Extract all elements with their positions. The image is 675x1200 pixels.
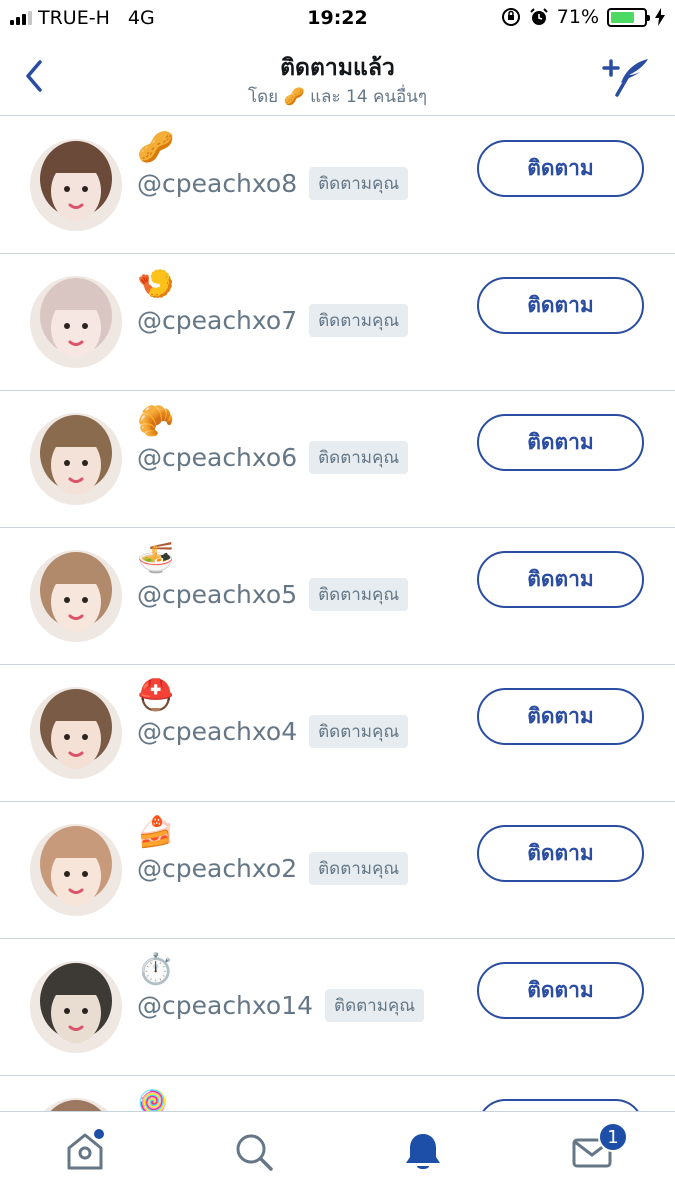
followers-list: 🥜 @cpeachxo8 ติดตามคุณ ติดตาม 🍤 @cpeachxo7 ติด… (0, 117, 675, 1111)
status-bar: TRUE-H 4G 19:22 71% (0, 0, 675, 36)
username: @cpeachxo7 (137, 306, 298, 335)
profile-emoji: 🥜 (137, 130, 175, 165)
rotation-lock-icon (501, 8, 520, 26)
follow-button[interactable]: ติดตาม (477, 688, 644, 745)
username: @cpeachxo8 (137, 169, 298, 198)
messages-badge: 1 (598, 1122, 628, 1152)
username-line: @cpeachxo4 ติดตามคุณ (137, 715, 409, 748)
follower-row[interactable]: 🥐 @cpeachxo6 ติดตามคุณ ติดตาม (0, 391, 675, 528)
follow-button[interactable]: ติดตาม (477, 1099, 644, 1111)
page-title: ติดตามแล้ว (280, 55, 395, 81)
follow-button[interactable]: ติดตาม (477, 140, 644, 197)
battery-icon (607, 7, 650, 27)
username-line: @cpeachxo2 ติดตามคุณ (137, 852, 409, 885)
battery-percent: 71% (556, 6, 599, 28)
follower-row[interactable]: 🍰 @cpeachxo2 ติดตามคุณ ติดตาม (0, 802, 675, 939)
status-right: 71% (501, 6, 665, 28)
profile-emoji: ⛑️ (137, 678, 175, 713)
follower-row[interactable]: ⏱️ @cpeachxo14 ติดตามคุณ ติดตาม (0, 939, 675, 1076)
avatar[interactable] (30, 139, 122, 231)
follows-you-badge: ติดตามคุณ (309, 715, 409, 748)
username-line: @cpeachxo14 ติดตามคุณ (137, 989, 425, 1022)
bell-icon[interactable] (401, 1130, 445, 1174)
follows-you-badge: ติดตามคุณ (309, 578, 409, 611)
alarm-icon (530, 8, 548, 25)
follows-you-badge: ติดตามคุณ (309, 852, 409, 885)
follow-button[interactable]: ติดตาม (477, 825, 644, 882)
username: @cpeachxo5 (137, 580, 298, 609)
username: @cpeachxo2 (137, 854, 298, 883)
search-icon[interactable] (232, 1130, 276, 1174)
follow-button[interactable]: ติดตาม (477, 277, 644, 334)
follows-you-badge: ติดตามคุณ (325, 989, 425, 1022)
profile-emoji: 🍤 (137, 267, 175, 302)
username: @cpeachxo14 (137, 991, 314, 1020)
follower-row[interactable]: 🍭 ติดตาม (0, 1076, 675, 1111)
charging-bolt-icon (655, 8, 665, 26)
profile-emoji: ⏱️ (137, 952, 175, 987)
follow-button[interactable]: ติดตาม (477, 414, 644, 471)
username-line: @cpeachxo8 ติดตามคุณ (137, 167, 409, 200)
profile-emoji: 🍜 (137, 541, 175, 576)
username-line: @cpeachxo6 ติดตามคุณ (137, 441, 409, 474)
avatar[interactable] (30, 413, 122, 505)
avatar[interactable] (30, 824, 122, 916)
follows-you-badge: ติดตามคุณ (309, 304, 409, 337)
avatar[interactable] (30, 961, 122, 1053)
battery-fill (611, 11, 634, 23)
avatar[interactable] (30, 276, 122, 368)
username-line: @cpeachxo7 ติดตามคุณ (137, 304, 409, 337)
profile-emoji: 🥐 (137, 404, 175, 439)
username: @cpeachxo4 (137, 717, 298, 746)
header: ติดตามแล้ว โดย 🥜 และ 14 คนอื่นๆ (0, 38, 675, 116)
follower-row[interactable]: 🍜 @cpeachxo5 ติดตามคุณ ติดตาม (0, 528, 675, 665)
follower-row[interactable]: 🥜 @cpeachxo8 ติดตามคุณ ติดตาม (0, 117, 675, 254)
tab-bar (0, 1111, 675, 1200)
follows-you-badge: ติดตามคุณ (309, 167, 409, 200)
home-notification-dot (94, 1129, 104, 1139)
avatar[interactable] (30, 1098, 122, 1111)
page-subtitle: โดย 🥜 และ 14 คนอื่นๆ (247, 87, 427, 107)
username: @cpeachxo6 (137, 443, 298, 472)
avatar[interactable] (30, 550, 122, 642)
username-line: @cpeachxo5 ติดตามคุณ (137, 578, 409, 611)
follows-you-badge: ติดตามคุณ (309, 441, 409, 474)
profile-emoji: 🍰 (137, 815, 175, 850)
follow-button[interactable]: ติดตาม (477, 551, 644, 608)
follower-row[interactable]: 🍤 @cpeachxo7 ติดตามคุณ ติดตาม (0, 254, 675, 391)
follow-button[interactable]: ติดตาม (477, 962, 644, 1019)
add-feather-icon[interactable] (601, 56, 651, 98)
avatar[interactable] (30, 687, 122, 779)
profile-emoji: 🍭 (137, 1089, 175, 1112)
follower-row[interactable]: ⛑️ @cpeachxo4 ติดตามคุณ ติดตาม (0, 665, 675, 802)
